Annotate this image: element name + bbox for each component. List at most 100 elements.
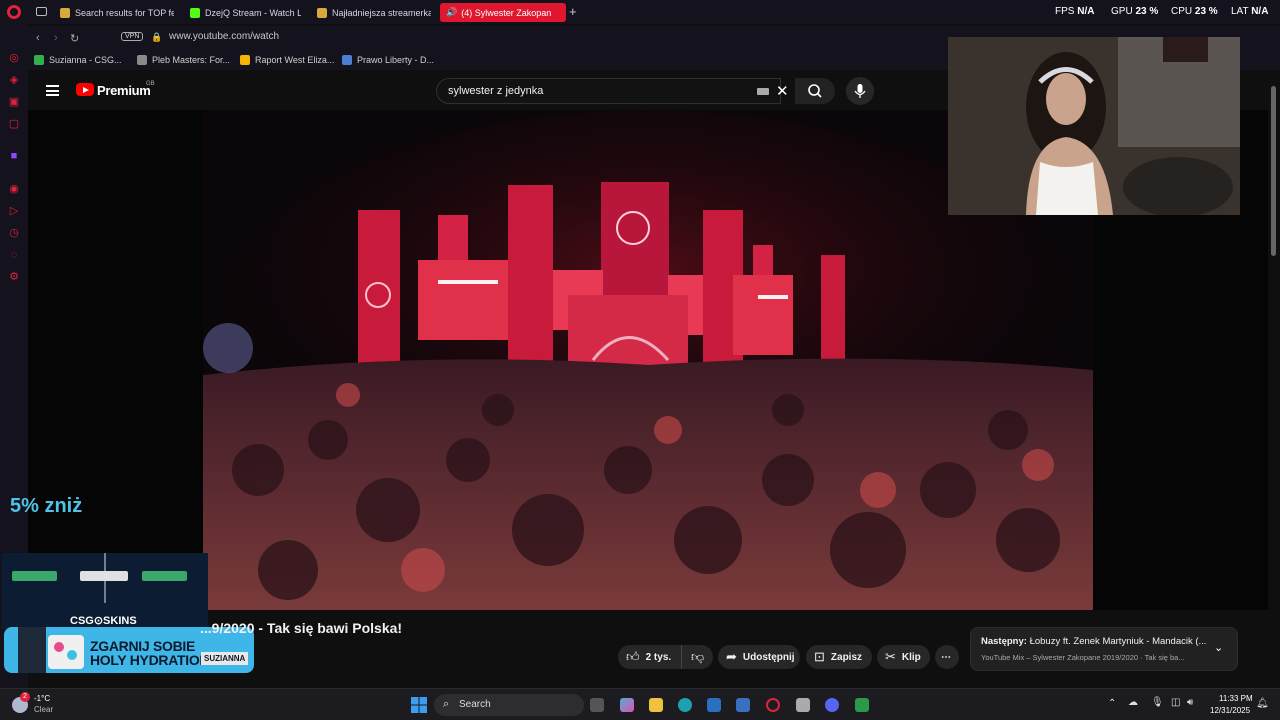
search-query: sylwester z jedynka — [448, 85, 544, 97]
chevron-up-icon[interactable]: ⌃ — [1108, 698, 1116, 709]
bookmark-label: Suzianna - CSG... — [49, 55, 122, 65]
edge-icon[interactable] — [678, 698, 692, 712]
vpn-badge[interactable]: VPN — [121, 32, 144, 41]
share-button[interactable]: ➦ Udostępnij — [718, 645, 800, 669]
volume-icon[interactable]: 🔊︎ — [1187, 697, 1193, 708]
dislike-button[interactable]: 👎︎ — [681, 645, 713, 669]
twitch-icon[interactable]: ■ — [8, 150, 20, 162]
promo-line-2: HOLY HYDRATION — [90, 652, 210, 668]
search-icon: ⌕ — [443, 698, 450, 710]
bookmark-item[interactable]: Pleb Masters: For... — [137, 55, 230, 65]
windows-logo-icon — [411, 697, 427, 713]
cpu-stat: CPU 23 % — [1171, 6, 1218, 17]
youtube-logo-icon[interactable] — [76, 83, 94, 96]
discord-icon[interactable] — [825, 698, 839, 712]
save-button[interactable]: ⊡ Zapisz — [806, 645, 872, 669]
settings-icon[interactable]: ⚙ — [8, 271, 20, 283]
crypto-wallet-icon[interactable]: ◈ — [8, 74, 20, 86]
weather-condition[interactable]: Clear — [34, 705, 53, 714]
send-icon[interactable]: ▷ — [8, 205, 20, 217]
file-explorer-icon[interactable] — [649, 698, 663, 712]
browser-tab-bar: Search results for TOP fem DzejQ Stream … — [0, 0, 1280, 24]
more-actions-button[interactable]: ⋯ — [935, 645, 959, 669]
history-icon[interactable]: ◷ — [8, 227, 20, 239]
tab-streamerka[interactable]: Najładniejsza streamerka — [313, 3, 431, 22]
share-label: Udostępnij — [742, 651, 795, 663]
next-video-line: Następny: Łobuzy ft. Zenek Martyniuk - M… — [981, 636, 1206, 647]
thumbs-up-icon: 👍︎ — [626, 649, 640, 664]
chevron-down-icon[interactable]: ⌄ — [1214, 641, 1223, 654]
workspaces-icon[interactable] — [36, 7, 47, 16]
messenger-icon[interactable]: ▣ — [8, 96, 20, 108]
keyboard-icon[interactable] — [757, 88, 769, 95]
weather-badge: 2 — [20, 692, 30, 702]
clip-button[interactable]: ✂ Klip — [877, 645, 930, 669]
clock-date[interactable]: 12/31/2025 — [1210, 706, 1250, 715]
microphone-tray-icon[interactable]: 🎙︎ — [1151, 697, 1164, 708]
gpu-stat: GPU 23 % — [1111, 6, 1158, 17]
mail-icon[interactable] — [736, 698, 750, 712]
back-icon[interactable]: ‹ — [36, 32, 40, 44]
autoplay-next-card[interactable]: Następny: Łobuzy ft. Zenek Martyniuk - M… — [970, 627, 1238, 671]
speaker-icon[interactable]: 🔊 — [446, 7, 457, 18]
video-title: ...9/2020 - Tak się bawi Polska! — [200, 620, 403, 636]
bookmark-item[interactable]: Raport West Eliza... — [240, 55, 334, 65]
opera-taskbar-icon[interactable] — [766, 698, 780, 712]
search-icon — [808, 84, 822, 98]
store-icon[interactable] — [707, 698, 721, 712]
clock-time[interactable]: 11:33 PM — [1219, 694, 1253, 703]
task-view-icon[interactable] — [590, 698, 604, 712]
taskbar-search-label: Search — [459, 699, 491, 710]
webcam-overlay — [948, 37, 1240, 215]
wifi-icon[interactable]: ◫ — [1171, 697, 1180, 708]
menu-icon[interactable] — [46, 85, 59, 96]
tab-favicon-icon — [60, 7, 70, 18]
next-label: Następny: — [981, 636, 1027, 647]
bookmark-label: Raport West Eliza... — [255, 55, 335, 65]
forward-icon[interactable]: › — [54, 32, 58, 44]
tab-label: (4) Sylwester Zakopan — [461, 7, 552, 18]
csgoskins-logo: CSG⊙SKINS — [70, 615, 137, 627]
new-tab-button[interactable]: + — [569, 4, 577, 19]
voice-search-button[interactable] — [846, 77, 874, 105]
cpu-value: 23 % — [1194, 6, 1218, 17]
lat-stat: LAT N/A — [1231, 6, 1268, 17]
app-icon[interactable] — [855, 698, 869, 712]
fps-stat: FPS N/A — [1055, 6, 1094, 17]
fps-value: N/A — [1077, 6, 1095, 17]
bookmark-favicon-icon — [34, 55, 44, 65]
whatsapp-icon[interactable]: ▢ — [8, 118, 20, 130]
aria-icon[interactable]: ◎ — [8, 52, 20, 64]
reload-icon[interactable]: ↻ — [70, 32, 79, 45]
bookmark-label: Prawo Liberty - D... — [357, 55, 435, 65]
search-input[interactable]: sylwester z jedynka — [436, 78, 781, 104]
promo-tag: SUZIANNA — [201, 652, 249, 665]
tab-youtube-active[interactable]: 🔊 (4) Sylwester Zakopan — [440, 3, 566, 22]
search-button[interactable] — [795, 78, 835, 104]
clear-search-icon[interactable]: ✕ — [776, 82, 789, 100]
opera-logo-icon[interactable] — [7, 5, 21, 19]
network-cloud-icon[interactable]: ☁ — [1128, 697, 1138, 708]
scrollbar-thumb[interactable] — [1271, 86, 1276, 256]
snipping-tool-icon[interactable] — [796, 698, 810, 712]
notification-bell-icon[interactable]: 🔔︎ — [1256, 698, 1269, 709]
lock-icon[interactable]: 🔒 — [151, 32, 162, 43]
url-field[interactable]: www.youtube.com/watch — [169, 31, 279, 42]
streamer-webcam-image — [948, 37, 1240, 215]
like-button[interactable]: 👍︎ 2 tys. — [618, 645, 681, 669]
windows-start-icon[interactable] — [411, 697, 427, 713]
tab-kick-stream[interactable]: DzejQ Stream - Watch Live — [186, 3, 301, 22]
player-icon[interactable]: ◉ — [8, 183, 20, 195]
copilot-icon[interactable] — [620, 698, 634, 712]
youtube-premium-logo[interactable]: Premium — [97, 83, 151, 98]
tab-search-results[interactable]: Search results for TOP fem — [56, 3, 174, 22]
taskbar-search[interactable]: ⌕ Search — [434, 694, 584, 716]
extensions-icon[interactable]: ◌ — [8, 249, 20, 261]
weather-temperature[interactable]: -1°C — [34, 694, 50, 703]
tab-label: DzejQ Stream - Watch Live — [205, 7, 301, 18]
gpu-label: GPU — [1111, 6, 1133, 17]
bookmark-item[interactable]: Suzianna - CSG... — [34, 55, 122, 65]
page-scrollbar[interactable] — [1268, 72, 1280, 688]
microphone-icon — [854, 84, 866, 98]
bookmark-item[interactable]: Prawo Liberty - D... — [342, 55, 434, 65]
